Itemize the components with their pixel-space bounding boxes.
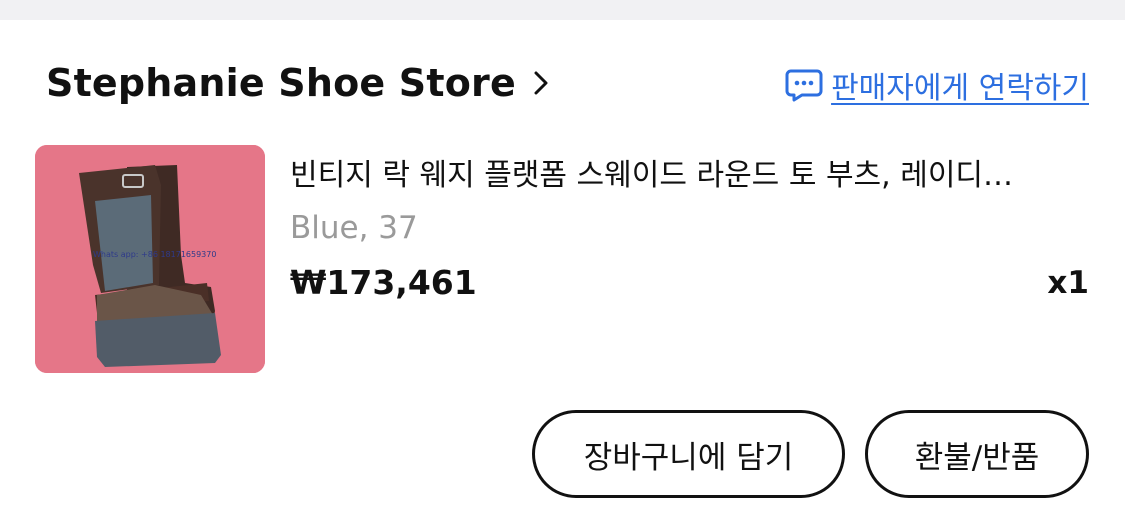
store-link[interactable]: Stephanie Shoe Store	[46, 61, 548, 105]
product-image[interactable]: Whats app: +86 18171659370	[35, 145, 265, 373]
top-divider-band	[0, 0, 1125, 20]
contact-seller-link[interactable]: 판매자에게 연락하기	[785, 63, 1089, 107]
contact-seller-label: 판매자에게 연락하기	[831, 71, 1089, 106]
image-watermark: Whats app: +86 18171659370	[93, 250, 216, 259]
store-header: Stephanie Shoe Store 판매자에게 연락하기	[0, 55, 1125, 111]
chat-bubble-icon	[785, 68, 823, 102]
product-quantity: x1	[1047, 265, 1089, 301]
product-price: ₩173,461	[290, 263, 477, 302]
store-name: Stephanie Shoe Store	[46, 61, 516, 105]
product-option: Blue, 37	[290, 210, 418, 246]
chevron-right-icon	[534, 71, 548, 95]
add-to-cart-button[interactable]: 장바구니에 담기	[532, 410, 845, 498]
refund-return-button[interactable]: 환불/반품	[865, 410, 1089, 498]
product-title[interactable]: 빈티지 락 웨지 플랫폼 스웨이드 라운드 토 부츠, 레이디…	[290, 150, 1070, 194]
